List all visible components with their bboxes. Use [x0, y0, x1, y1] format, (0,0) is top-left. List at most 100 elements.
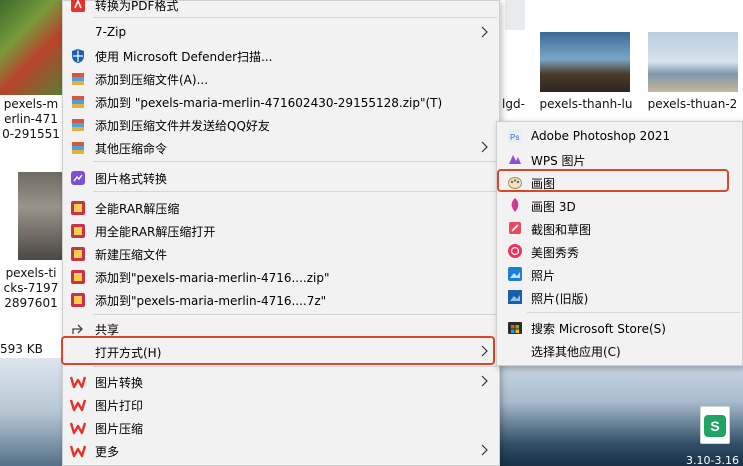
menu-item-label: 新建压缩文件	[95, 248, 168, 262]
file-thumbnail-people[interactable]	[540, 32, 630, 92]
menu-separator	[93, 314, 497, 315]
app-item-label: 美图秀秀	[531, 246, 580, 260]
bottom-right-file-label: 3.10-3.16	[686, 454, 739, 466]
file-thumbnail-building[interactable]	[18, 172, 62, 260]
context-menu: 转换为PDF格式 7-Zip 使用 Microsoft Defender扫描..…	[62, 0, 500, 466]
menu-item-defender-scan[interactable]: 使用 Microsoft Defender扫描...	[63, 44, 499, 67]
menu-item-label: 用全能RAR解压缩打开	[95, 225, 216, 239]
image-convert-icon	[70, 170, 86, 186]
rar-icon	[70, 292, 86, 308]
file-name-line: 2897601	[4, 296, 58, 310]
menu-item-rar-open[interactable]: 用全能RAR解压缩打开	[63, 219, 499, 242]
archive-icon	[70, 140, 86, 156]
wps-icon	[70, 443, 86, 459]
spreadsheet-file-icon[interactable]: S	[700, 406, 730, 444]
chevron-right-icon	[479, 442, 489, 458]
app-item-label: 截图和草图	[531, 223, 592, 237]
app-item-photos[interactable]: 照片	[497, 262, 742, 285]
file-name-line: erlin-471	[4, 112, 58, 126]
app-item-meitu[interactable]: 美图秀秀	[497, 239, 742, 262]
menu-item-add-7z-short[interactable]: 添加到"pexels-maria-merlin-4716....7z"	[63, 288, 499, 311]
app-item-label: 画图 3D	[531, 200, 576, 214]
file-name-2[interactable]: pexels-ti cks-7197 2897601	[0, 266, 62, 311]
app-item-wps-photo[interactable]: WPS 图片	[497, 147, 742, 170]
menu-item-convert-pdf[interactable]: 转换为PDF格式	[63, 0, 499, 16]
app-item-label: 照片(旧版)	[531, 292, 589, 306]
file-size-label: 593 KB	[0, 342, 43, 356]
menu-item-label: 其他压缩命令	[95, 142, 168, 156]
rar-icon	[70, 200, 86, 216]
share-icon	[70, 321, 86, 337]
menu-item-label: 图片压缩	[95, 422, 144, 436]
menu-item-label: 7-Zip	[95, 25, 127, 39]
defender-shield-icon	[70, 48, 86, 64]
menu-item-more[interactable]: 更多	[63, 439, 499, 462]
photoshop-icon: Ps	[507, 128, 523, 144]
file-name-line: 0-291551	[2, 127, 60, 141]
file-thumbnail-beach[interactable]	[648, 32, 738, 92]
app-item-label: 搜索 Microsoft Store(S)	[531, 322, 666, 336]
menu-item-label: 图片转换	[95, 376, 144, 390]
menu-item-7zip[interactable]: 7-Zip	[63, 21, 499, 44]
open-with-submenu: Ps Adobe Photoshop 2021 WPS 图片 画图 画图 3D …	[496, 121, 743, 366]
rar-icon	[70, 269, 86, 285]
menu-item-label: 添加到"pexels-maria-merlin-4716....7z"	[95, 294, 327, 308]
menu-item-add-to-archive[interactable]: 添加到压缩文件(A)...	[63, 67, 499, 90]
file-name-line: pexels-m	[3, 97, 59, 111]
file-thumbnail-vegetables[interactable]	[0, 0, 62, 95]
wps-icon	[70, 420, 86, 436]
submenu-separator	[527, 312, 740, 313]
wps-icon	[70, 397, 86, 413]
paint3d-icon	[507, 197, 523, 213]
menu-item-add-zip-short[interactable]: 添加到"pexels-maria-merlin-4716....zip"	[63, 265, 499, 288]
file-name-3[interactable]: pexels-thanh-lu	[536, 97, 636, 112]
file-name-5[interactable]: lgd-	[502, 97, 528, 112]
app-item-label: Adobe Photoshop 2021	[531, 129, 671, 143]
paint-highlight	[497, 169, 729, 192]
menu-item-rar-extract[interactable]: 全能RAR解压缩	[63, 196, 499, 219]
menu-separator	[93, 366, 497, 367]
menu-item-add-and-send-qq[interactable]: 添加到压缩文件并发送给QQ好友	[63, 113, 499, 136]
menu-item-new-archive[interactable]: 新建压缩文件	[63, 242, 499, 265]
menu-item-label: 添加到压缩文件并发送给QQ好友	[95, 119, 270, 133]
menu-separator	[93, 191, 497, 192]
menu-item-label: 添加到压缩文件(A)...	[95, 73, 209, 87]
open-with-highlight	[61, 336, 495, 365]
menu-item-image-print[interactable]: 图片打印	[63, 393, 499, 416]
menu-item-label: 全能RAR解压缩	[95, 202, 180, 216]
menu-item-image-compress[interactable]: 图片压缩	[63, 416, 499, 439]
chevron-right-icon	[479, 373, 489, 389]
app-item-label: WPS 图片	[531, 154, 586, 168]
app-item-search-store[interactable]: 搜索 Microsoft Store(S)	[497, 315, 742, 338]
menu-item-label: 图片格式转换	[95, 172, 168, 186]
snip-sketch-icon	[507, 220, 523, 236]
file-name-1[interactable]: pexels-m erlin-471 0-291551	[0, 97, 62, 142]
menu-item-label: 图片打印	[95, 399, 144, 413]
menu-item-image-format-convert[interactable]: 图片格式转换	[63, 166, 499, 189]
menu-item-image-convert[interactable]: 图片转换	[63, 370, 499, 393]
app-item-photoshop[interactable]: Ps Adobe Photoshop 2021	[497, 124, 742, 147]
rar-icon	[70, 246, 86, 262]
archive-icon	[70, 94, 86, 110]
menu-separator	[93, 17, 497, 18]
app-item-paint3d[interactable]: 画图 3D	[497, 193, 742, 216]
store-icon	[507, 319, 523, 335]
menu-item-label: 添加到 "pexels-maria-merlin-471602430-29155…	[95, 96, 443, 110]
file-name-4[interactable]: pexels-thuan-2	[642, 97, 743, 112]
app-item-label: 照片	[531, 269, 556, 283]
app-item-photos-legacy[interactable]: 照片(旧版)	[497, 285, 742, 308]
menu-item-label: 使用 Microsoft Defender扫描...	[95, 50, 273, 64]
menu-separator	[93, 161, 497, 162]
app-item-label: 选择其他应用(C)	[531, 345, 621, 359]
file-name-line: pexels-ti	[5, 266, 57, 280]
photos-icon	[507, 266, 523, 282]
file-thumbnail-top-right[interactable]	[505, 0, 525, 30]
menu-item-label: 添加到"pexels-maria-merlin-4716....zip"	[95, 271, 330, 285]
app-item-snip-sketch[interactable]: 截图和草图	[497, 216, 742, 239]
app-item-choose-other[interactable]: 选择其他应用(C)	[497, 338, 742, 361]
menu-item-label: 更多	[95, 445, 120, 459]
menu-item-add-to-zip-named[interactable]: 添加到 "pexels-maria-merlin-471602430-29155…	[63, 90, 499, 113]
archive-icon	[70, 117, 86, 133]
svg-text:Ps: Ps	[510, 133, 519, 142]
menu-item-other-compress[interactable]: 其他压缩命令	[63, 136, 499, 159]
